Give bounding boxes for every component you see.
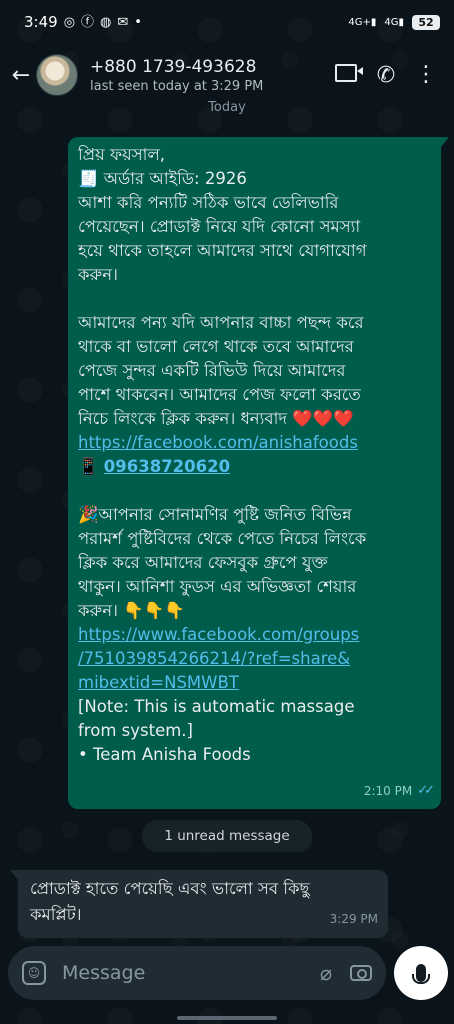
message-line: আমাদের পন্য যদি আপনার বাচ্চা পছন্দ করে bbox=[78, 313, 364, 332]
message-line: আশা করি পন্যটি সঠিক ভাবে ডেলিভারি bbox=[78, 193, 339, 212]
dot-icon: • bbox=[134, 14, 142, 30]
voice-message-button[interactable] bbox=[394, 946, 448, 1000]
contact-info[interactable]: +880 1739-493628 last seen today at 3:29… bbox=[90, 57, 326, 94]
instagram-icon: ◎ bbox=[63, 14, 76, 30]
facebook-icon: ⓕ bbox=[81, 14, 95, 30]
signal-icon-2: 4G▮ bbox=[384, 16, 404, 28]
message-line: https://facebook.com/anishafoods bbox=[78, 431, 433, 455]
phone-icon: ✆ bbox=[376, 62, 396, 88]
group-link-line: mibextid=NSMWBT bbox=[78, 671, 433, 695]
network-label-2: 4G bbox=[384, 16, 399, 28]
signal-icon-1: 4G+▮ bbox=[348, 16, 377, 28]
outgoing-message-bubble[interactable]: প্রিয় ফয়সাল, 🧾 অর্ডার আইডি: 2926 আশা ক… bbox=[68, 137, 449, 809]
signature-line: • Team Anisha Foods bbox=[78, 745, 251, 764]
facebook-group-link[interactable]: mibextid=NSMWBT bbox=[78, 673, 239, 692]
phone-emoji: 📱 bbox=[78, 457, 99, 476]
navigation-bar bbox=[0, 1008, 454, 1024]
group-link-line: https://www.facebook.com/groups bbox=[78, 623, 433, 647]
message-input[interactable] bbox=[60, 961, 320, 985]
phone-number-link[interactable]: 09638720620 bbox=[104, 457, 230, 476]
message-line: করুন। bbox=[78, 265, 118, 284]
message-time: 3:29 PM bbox=[329, 912, 378, 926]
more-vertical-icon: ⋮ bbox=[415, 62, 437, 87]
double-check-icon: ✓✓ bbox=[417, 783, 435, 798]
video-call-button[interactable] bbox=[326, 64, 366, 86]
message-composer: ☺ ⌀ bbox=[8, 946, 386, 1000]
message-line: থাকুন। আনিশা ফুডস এর অভিজ্ঞতা শেয়ার bbox=[78, 577, 357, 596]
group-link-line: /751039854266214/?ref=share& bbox=[78, 647, 433, 671]
facebook-group-link[interactable]: https://www.facebook.com/groups bbox=[78, 625, 359, 644]
message-line: প্রিয় ফয়সাল, bbox=[78, 145, 166, 164]
message-line: কমপ্লিট। bbox=[30, 905, 82, 924]
hearts-emoji: ❤️❤️❤️ bbox=[292, 409, 354, 428]
status-time: 3:49 bbox=[24, 13, 58, 31]
date-chip: Today bbox=[208, 100, 246, 115]
thanks-text: নিচে লিংকে ক্লিক করুন। ধন্যবাদ bbox=[78, 409, 288, 428]
messenger-icon: ◍ bbox=[100, 14, 112, 30]
message-line: প্রোডাক্ট হাতে পেয়েছি এবং ভালো সব কিছু bbox=[30, 879, 310, 898]
message-line: থাকে বা ভালো লেগে থাকে তবে আমাদের bbox=[78, 337, 354, 356]
message-line: নিচে লিংকে ক্লিক করুন। ধন্যবাদ ❤️❤️❤️ bbox=[78, 407, 433, 431]
paperclip-icon[interactable]: ⌀ bbox=[320, 961, 332, 985]
facebook-group-link[interactable]: /751039854266214/?ref=share& bbox=[78, 649, 350, 668]
last-seen-status: last seen today at 3:29 PM bbox=[90, 78, 264, 94]
message-line: 🧾 অর্ডার আইডি: 2926 bbox=[78, 169, 247, 188]
message-time: 2:10 PM bbox=[363, 784, 413, 798]
message-line: ক্লিক করে আমাদের ফেসবুক গ্রুপে যুক্ত bbox=[78, 553, 328, 572]
camera-icon[interactable] bbox=[350, 965, 372, 981]
message-line: হয়ে থাকে তাহলে আমাদের সাথে যোগাযোগ bbox=[78, 241, 367, 260]
status-left: 3:49 ◎ ⓕ ◍ ✉ • bbox=[24, 13, 142, 31]
outgoing-message-meta: 2:10 PM ✓✓ bbox=[363, 779, 435, 803]
gmail-icon: ✉ bbox=[117, 14, 129, 30]
facebook-page-link[interactable]: https://facebook.com/anishafoods bbox=[78, 433, 358, 452]
battery-icon: 52 bbox=[412, 14, 440, 30]
note-line: [Note: This is automatic massage bbox=[78, 697, 355, 716]
back-arrow-icon[interactable]: ← bbox=[8, 63, 34, 88]
message-line: 📱 09638720620 bbox=[78, 455, 433, 479]
message-line: পেজে সুন্দর একটি রিভিউ দিয়ে আমাদের bbox=[78, 361, 346, 380]
message-line: 🎉আপনার সোনামণির পুষ্টি জনিত বিভিন্ন bbox=[78, 505, 352, 524]
voice-call-button[interactable]: ✆ bbox=[366, 63, 406, 88]
unread-messages-chip: 1 unread message bbox=[142, 820, 312, 852]
network-label-1: 4G+ bbox=[348, 16, 371, 28]
chat-header: ← +880 1739-493628 last seen today at 3:… bbox=[0, 44, 454, 106]
message-line: করুন। 👇👇👇 bbox=[78, 599, 433, 623]
contact-name: +880 1739-493628 bbox=[90, 56, 257, 77]
note-line: from system.] bbox=[78, 721, 193, 740]
status-right: 4G+▮ 4G▮ 52 bbox=[348, 14, 440, 30]
microphone-icon bbox=[412, 964, 430, 984]
gesture-handle[interactable] bbox=[177, 1016, 277, 1020]
message-text: করুন। bbox=[78, 601, 118, 620]
message-line: পাশে থাকবেন। আমাদের পেজ ফলো করতে bbox=[78, 385, 361, 404]
message-line: পরামর্শ পুষ্টিবিদের থেকে পেতে নিচের লিংক… bbox=[78, 529, 367, 548]
video-camera-icon bbox=[335, 64, 363, 82]
contact-avatar[interactable] bbox=[36, 54, 78, 96]
incoming-message-bubble[interactable]: প্রোডাক্ট হাতে পেয়েছি এবং ভালো সব কিছু … bbox=[10, 870, 388, 938]
menu-button[interactable]: ⋮ bbox=[406, 64, 446, 86]
message-line: পেয়েছেন। প্রোডাক্ট নিয়ে যদি কোনো সমস্য… bbox=[78, 217, 361, 236]
sticker-icon[interactable]: ☺ bbox=[22, 961, 46, 985]
pointing-down-emoji: 👇👇👇 bbox=[123, 601, 185, 620]
status-bar: 3:49 ◎ ⓕ ◍ ✉ • 4G+▮ 4G▮ 52 bbox=[0, 0, 454, 44]
